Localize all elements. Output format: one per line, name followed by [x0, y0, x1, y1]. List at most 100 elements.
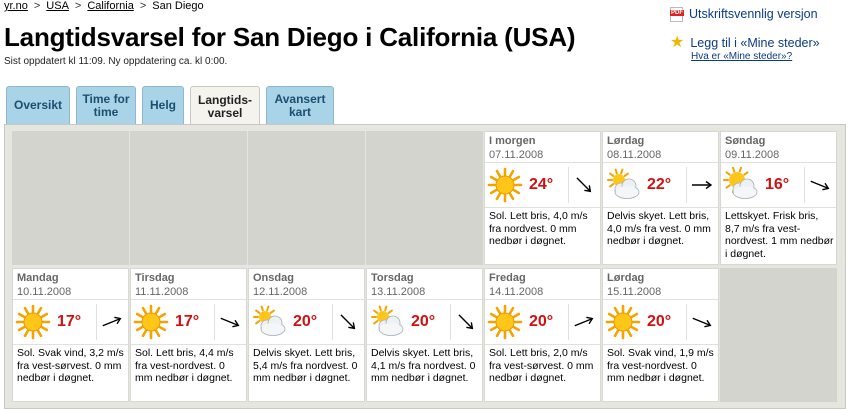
day-date: 07.11.2008: [489, 149, 544, 161]
forecast-description: Sol. Lett bris, 4,4 m/s fra vest-nordves…: [135, 347, 234, 384]
day-name: Torsdag: [371, 272, 414, 284]
page-title: Langtidsvarsel for San Diego i Californi…: [4, 22, 576, 52]
forecast-day-card: Tirsdag 11.11.2008 17° Sol. Lett bris, 4,4 …: [130, 268, 247, 402]
day-name: Lørdag: [607, 272, 645, 284]
print-version-link[interactable]: Utskriftsvennlig versjon: [689, 7, 818, 21]
save-place-row: ★ Legg til i «Mine steder»: [670, 33, 820, 53]
sun-icon: [487, 167, 523, 203]
print-version-row: Utskriftsvennlig versjon: [670, 4, 820, 24]
sun-icon: [487, 304, 523, 340]
empty-cell: [12, 131, 129, 265]
weather-row: 20°: [249, 299, 364, 345]
forecast-day-card: Torsdag 13.11.2008 20° Delvis skyet. Lett b…: [366, 268, 483, 402]
day-date: 14.11.2008: [489, 286, 544, 298]
breadcrumb-country-link[interactable]: USA: [46, 0, 69, 12]
forecast-day-card: I morgen 07.11.2008 24° Sol. Lett bris, 4,0…: [484, 131, 601, 265]
tab-weekend[interactable]: Helg: [142, 86, 184, 124]
day-name: Mandag: [17, 272, 59, 284]
forecast-description: Sol. Lett bris, 2,0 m/s fra vest-sørvest…: [489, 347, 594, 384]
wind-arrow-icon: [576, 177, 592, 193]
forecast-description: Lettskyet. Frisk bris, 8,7 m/s fra vest-…: [725, 210, 834, 260]
temperature: 17°: [175, 313, 200, 330]
my-places-help-link[interactable]: Hva er «Mine steder»?: [691, 51, 792, 62]
forecast-description: Delvis skyet. Lett bris, 5,4 m/s fra nor…: [253, 347, 358, 384]
wind-arrow-icon: [692, 180, 713, 190]
star-icon: ★: [670, 34, 685, 51]
weather-row: 17°: [13, 299, 128, 345]
day-date: 11.11.2008: [135, 286, 189, 298]
divider: [568, 304, 569, 340]
partly-cloudy-icon: [253, 305, 286, 336]
forecast-description: Delvis skyet. Lett bris, 4,1 m/s fra nor…: [371, 347, 476, 384]
wind-arrow-icon: [574, 316, 594, 327]
divider: [568, 167, 569, 203]
forecast-description: Delvis skyet. Lett bris, 4,0 m/s fra ves…: [607, 210, 711, 247]
forecast-panel: I morgen 07.11.2008 24° Sol. Lett bris, 4,0…: [4, 124, 846, 409]
forecast-day-card: Søndag 09.11.2008 16° Lettskyet. Frisk bris…: [720, 131, 837, 265]
pdf-icon: [670, 6, 684, 22]
light-cloud-icon: [723, 167, 758, 199]
day-date: 12.11.2008: [253, 286, 308, 298]
wind-arrow-icon: [458, 314, 474, 330]
weather-row: 17°: [131, 299, 246, 345]
temperature: 16°: [765, 176, 790, 193]
day-name: Onsdag: [253, 272, 294, 284]
weather-row: 22°: [603, 162, 718, 208]
weather-row: 20°: [367, 299, 482, 345]
temperature: 17°: [57, 313, 82, 330]
weather-row: 16°: [721, 162, 836, 208]
day-name: Tirsdag: [135, 272, 175, 284]
weather-row: 24°: [485, 162, 600, 208]
day-date: 09.11.2008: [725, 149, 780, 161]
day-date: 10.11.2008: [17, 286, 72, 298]
tab-label: Langtids-varsel: [198, 92, 252, 120]
breadcrumb-current: San Diego: [152, 0, 204, 12]
empty-cell: [130, 131, 247, 265]
wind-arrow-icon: [102, 316, 122, 327]
forecast-description: Sol. Svak vind, 1,9 m/s fra vest-nordves…: [607, 347, 714, 384]
breadcrumb-state-link[interactable]: California: [87, 0, 133, 12]
day-name: Søndag: [725, 135, 766, 147]
tab-label: Helg: [149, 98, 176, 112]
partly-cloudy-icon: [371, 305, 404, 336]
tab-bar: Oversikt Time for time Helg Langtids-var…: [6, 86, 340, 126]
divider: [450, 304, 451, 340]
weather-row: 20°: [485, 299, 600, 345]
divider: [332, 304, 333, 340]
forecast-day-card: Lørdag 15.11.2008 20° Sol. Svak vind, 1,9 m…: [602, 268, 719, 402]
temperature: 24°: [529, 176, 554, 193]
empty-cell: [720, 268, 837, 402]
temperature: 20°: [293, 313, 318, 330]
divider: [686, 304, 687, 340]
breadcrumb: yr.no > USA > California > San Diego: [4, 0, 204, 12]
forecast-description: Sol. Lett bris, 4,0 m/s fra nordvest. 0 …: [489, 210, 588, 247]
tab-overview[interactable]: Oversikt: [6, 86, 70, 124]
sun-icon: [15, 304, 51, 340]
divider: [804, 167, 805, 203]
tab-long-range[interactable]: Langtids-varsel: [190, 86, 260, 126]
day-date: 08.11.2008: [607, 149, 662, 161]
sun-icon: [605, 304, 641, 340]
tab-hour-by-hour[interactable]: Time for time: [76, 86, 136, 124]
breadcrumb-home-link[interactable]: yr.no: [4, 0, 28, 12]
temperature: 20°: [647, 313, 672, 330]
empty-cell: [366, 131, 483, 265]
divider: [96, 304, 97, 340]
add-to-my-places-link[interactable]: Legg til i «Mine steder»: [690, 36, 819, 50]
temperature: 22°: [647, 176, 672, 193]
forecast-day-card: Lørdag 08.11.2008 22° Delvis skyet. Lett br…: [602, 131, 719, 265]
tab-label: Time for time: [82, 91, 130, 119]
forecast-day-card: Onsdag 12.11.2008 20° Delvis skyet. Lett br…: [248, 268, 365, 402]
sun-icon: [133, 304, 169, 340]
wind-arrow-icon: [692, 317, 712, 328]
update-info: Sist oppdatert kl 11:09. Ny oppdatering …: [4, 56, 228, 67]
breadcrumb-separator: >: [33, 0, 41, 12]
breadcrumb-separator: >: [139, 0, 147, 12]
forecast-day-card: Fredag 14.11.2008 20° Sol. Lett bris, 2,0 m…: [484, 268, 601, 402]
tab-advanced-map[interactable]: Avansert kart: [266, 86, 334, 124]
tab-label: Oversikt: [13, 98, 63, 112]
empty-cell: [248, 131, 365, 265]
day-name: Fredag: [489, 272, 526, 284]
weather-row: 20°: [603, 299, 718, 345]
divider: [214, 304, 215, 340]
